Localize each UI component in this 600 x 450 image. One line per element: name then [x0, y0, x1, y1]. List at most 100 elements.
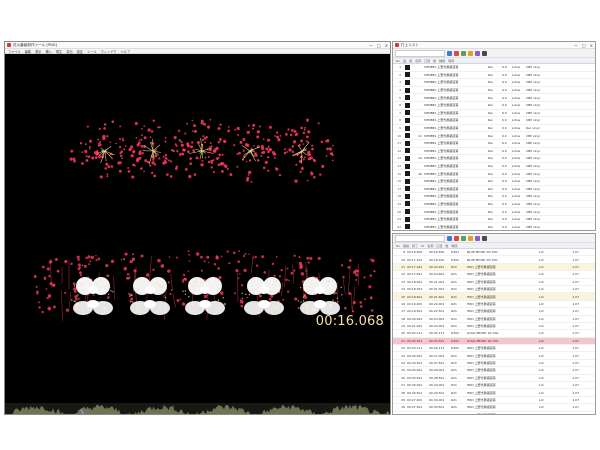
menu-item[interactable]: ウィンドウ: [101, 49, 117, 54]
table-row[interactable]: 24 00:24.501 00:27.501 R21 HRD 上野光昇銀冠菊 Lot 1.0…: [393, 360, 595, 368]
toolbar-button[interactable]: [468, 50, 473, 56]
table-row[interactable]: 6 SHMBEL 上野光昇銀冠菊 Rei 6.0 Lotus CBP vinyl: [393, 102, 595, 110]
table-row[interactable]: 8 00:16.500 00:19.500 D301 BLUE PEONY W/ TAI…: [393, 249, 595, 257]
toolbar-button[interactable]: [461, 235, 466, 241]
table-row[interactable]: 28 00:26.501 00:29.501 R21 HRD 上野光昇銀冠菊 Lot 1.0…: [393, 389, 595, 397]
table-row[interactable]: 4 SHMBEL 上野光昇銀冠菊 Rei 6.0 Lotus CBP vinyl: [393, 87, 595, 95]
table-row[interactable]: 8 SHMBEL 上野光昇銀冠菊 Rei 6.0 Lotus CBP vinyl: [393, 117, 595, 125]
table-row[interactable]: 25 00:25.001 00:28.001 R21 HRD 上野光昇銀冠菊 Lot 1.0…: [393, 367, 595, 375]
menu-item[interactable]: 再生: [56, 49, 62, 54]
column-header[interactable]: 終了: [412, 244, 418, 248]
timeline-search-input[interactable]: [395, 234, 445, 242]
table-row[interactable]: 3 SHMBEL 上野光昇銀冠菊 Rei 6.0 Lotus CBP vinyl: [393, 79, 595, 87]
table-row[interactable]: 14 00:18.301 00:21.301 R21 HRD 上野光昇銀冠菊 Lot 1.0…: [393, 286, 595, 294]
menu-item[interactable]: 設定: [77, 49, 83, 54]
menu-item[interactable]: 挿入: [46, 49, 52, 54]
table-row[interactable]: 2 SHMBEL 上野光昇銀冠菊 Rei 6.0 Lotus CBP vinyl: [393, 72, 595, 80]
close-button[interactable]: ✕: [385, 43, 388, 48]
table-row[interactable]: 30 00:27.501 00:30.501 R21 HRD 上野光昇銀冠菊 Lot 1.0…: [393, 404, 595, 412]
column-header[interactable]: 口径: [436, 244, 442, 248]
column-header[interactable]: 番: [409, 59, 412, 63]
table-row[interactable]: 12 00:17.651 00:20.601 R21 HRD 上野光昇銀冠菊 Lot 1.0…: [393, 271, 595, 279]
table-row[interactable]: 31 00:28.001 00:31.001 R21 HRD 上野光昇銀冠菊 Lot 1.0…: [393, 412, 595, 414]
table-row[interactable]: 9 SHMBEL 上野光昇銀冠菊 Rei 6.0 Lotus Rec vinyl: [393, 125, 595, 133]
firework-spark: [193, 173, 197, 176]
table-row[interactable]: 18 SHMBEL 上野光昇銀冠菊 Rei 6.0 Lotus CBP vinyl: [393, 193, 595, 201]
table-row[interactable]: 21 00:22.501 00:25.501 D302 GOLD PEONY W/ TA…: [393, 337, 595, 346]
menu-item[interactable]: ヘルプ: [121, 49, 131, 54]
cue-search-input[interactable]: [395, 49, 445, 57]
cue-list-minimize-button[interactable]: —: [574, 43, 578, 48]
table-row[interactable]: 29 00:27.001 00:30.001 R21 HRD 上野光昇銀冠菊 Lot 1.0…: [393, 397, 595, 405]
video-window-titlebar[interactable]: 花火番組制作ツール [PNG] — □ ✕: [5, 42, 390, 49]
menu-item[interactable]: ファイル: [8, 49, 21, 54]
table-row[interactable]: 15 00:18.601 00:21.601 R21 HRD 上野光昇銀冠菊 Lot 1.0…: [393, 293, 595, 301]
table-row[interactable]: 17 SHMBEL 上野光昇銀冠菊 Rei 6.0 Lotus CBP vinyl: [393, 186, 595, 194]
video-preview[interactable]: 00:16.068: [5, 54, 390, 357]
table-row[interactable]: 19 00:21.001 00:24.001 R21 HRD 上野光昇銀冠菊 Lot 1.0…: [393, 323, 595, 331]
firework-spark: [91, 156, 95, 160]
maximize-button[interactable]: □: [377, 43, 381, 48]
toolbar-button[interactable]: [454, 235, 459, 241]
toolbar-button[interactable]: [475, 50, 480, 56]
menu-item[interactable]: 編集: [25, 49, 31, 54]
toolbar-button[interactable]: [454, 50, 459, 56]
column-header[interactable]: 時間: [448, 59, 454, 63]
table-row[interactable]: 12 SHMBEL 上野光昇銀冠菊 Rei 6.0 Lotus CBP vinyl: [393, 148, 595, 156]
toolbar-button[interactable]: [468, 235, 473, 241]
table-row[interactable]: 19 SHMBEL 上野光昇銀冠菊 Rei 6.0 Lotus CBP vinyl: [393, 201, 595, 209]
table-row[interactable]: 10 00:17.101 00:18.100 D302 BLUE PEONY W/ TA…: [393, 256, 595, 264]
table-row[interactable]: 13 00:18.001 00:21.001 R21 HRD 上野光昇銀冠菊 Lot 1.0…: [393, 279, 595, 286]
menu-item[interactable]: 表示: [35, 49, 41, 54]
cue-list-close-button[interactable]: ✕: [590, 43, 593, 48]
column-header[interactable]: No: [396, 244, 400, 248]
toolbar-button[interactable]: [482, 50, 487, 56]
table-row[interactable]: 21 SHMBEL 上野光昇銀冠菊 Rei 6.0 Lotus CBP vinyl: [393, 216, 595, 224]
table-row[interactable]: 27 00:26.001 00:29.001 R21 HRD 上野光昇銀冠菊 Lot 1.0…: [393, 382, 595, 390]
toolbar-button[interactable]: [461, 50, 466, 56]
column-header[interactable]: No: [396, 59, 400, 63]
table-row[interactable]: 22 00:23.111 00:26.111 D302 HRD 上野光昇銀冠菊 Lot 1.…: [393, 345, 595, 353]
column-header[interactable]: 口径: [424, 59, 430, 63]
firework-spark: [249, 291, 251, 293]
firework-spark: [287, 290, 290, 293]
column-header[interactable]: 名称: [427, 244, 433, 248]
table-row[interactable]: 1 SHMBEL 上野光昇銀冠菊 Rei 6.0 Lotus CBP vinyl: [393, 64, 595, 72]
table-row[interactable]: 11 SHMBEL 上野光昇銀冠菊 Rei 6.0 Lotus CBP vinyl: [393, 140, 595, 148]
table-row[interactable]: 14 SHMBEL 上野光昇銀冠菊 Rei 6.0 Lotus CBP vinyl: [393, 163, 595, 171]
firework-spark: [202, 135, 205, 138]
toolbar-button[interactable]: [447, 235, 452, 241]
table-row[interactable]: 16 SHMBEL 上野光昇銀冠菊 Rei 6.0 Lotus CBP vinyl: [393, 178, 595, 186]
table-row[interactable]: 16 00:19.001 00:22.001 R21 HRD 上野光昇銀冠菊 Lot 1.0…: [393, 301, 595, 309]
table-row[interactable]: 17 00:19.501 00:22.501 R21 HRD 上野光昇銀冠菊 Lot 1.0…: [393, 308, 595, 316]
table-row[interactable]: 13 14 SHMBEL 上野光昇銀冠菊 Rei 6.0 Lotus CBP vinyl: [393, 155, 595, 163]
column-header[interactable]: 数: [433, 59, 436, 63]
column-header[interactable]: 種類: [439, 59, 445, 63]
table-row[interactable]: 20 00:22.111 00:25.111 D302 GOLD PEONY W/ TA…: [393, 330, 595, 338]
column-header[interactable]: 数: [445, 244, 448, 248]
table-row[interactable]: 23 00:24.001 00:27.001 R21 HRD 上野光昇銀冠菊 Lot 1.0…: [393, 352, 595, 360]
menu-item[interactable]: ツール: [87, 49, 97, 54]
column-header[interactable]: 名称: [415, 59, 421, 63]
cue-list-titlebar[interactable]: 打上リスト — □ ✕: [393, 42, 595, 49]
column-header[interactable]: 時間: [451, 244, 457, 248]
table-row[interactable]: 18 00:20.001 00:23.001 R21 HRD 上野光昇銀冠菊 Lot 1.0…: [393, 316, 595, 323]
column-header[interactable]: 画: [403, 59, 406, 63]
table-row[interactable]: 11 00:17.261 00:20.201 R21 HRD 上野光昇銀冠菊 Lot 1.0…: [393, 263, 595, 272]
table-row[interactable]: 22 SHMBEL 上野光昇銀冠菊 Rei 6.0 Lotus CBP vinyl: [393, 223, 595, 230]
toolbar-button[interactable]: [482, 235, 487, 241]
table-row[interactable]: 26 00:25.501 00:28.501 R21 HRD 上野光昇銀冠菊 Lot 1.0…: [393, 375, 595, 383]
table-row[interactable]: 20 SHMBEL 上野光昇銀冠菊 Rei 6.0 Lotus CBP vinyl: [393, 208, 595, 216]
toolbar-button[interactable]: [475, 235, 480, 241]
cue-list-maximize-button[interactable]: □: [582, 43, 586, 48]
minimize-button[interactable]: —: [369, 43, 373, 48]
audio-waveform[interactable]: [5, 403, 390, 414]
menu-item[interactable]: 書出: [66, 49, 72, 54]
column-header[interactable]: ID: [421, 244, 424, 248]
table-row[interactable]: 7 SHMBEL 上野光昇銀冠菊 Rei 6.0 Lotus CBP vinyl: [393, 110, 595, 118]
table-row[interactable]: 15 16 SHMBEL 上野光昇銀冠菊 Rei 6.0 Lotus CBP vinyl: [393, 170, 595, 178]
table-row[interactable]: 5 SHMBEL 上野光昇銀冠菊 Rei 6.0 Lotus CBP vinyl: [393, 94, 595, 102]
toolbar-button[interactable]: [447, 50, 452, 56]
column-header[interactable]: 開始: [403, 244, 409, 248]
table-row[interactable]: 10 11 SHMBEL 上野光昇銀冠菊 Rei 6.0 Lotus CBP vinyl: [393, 132, 595, 140]
